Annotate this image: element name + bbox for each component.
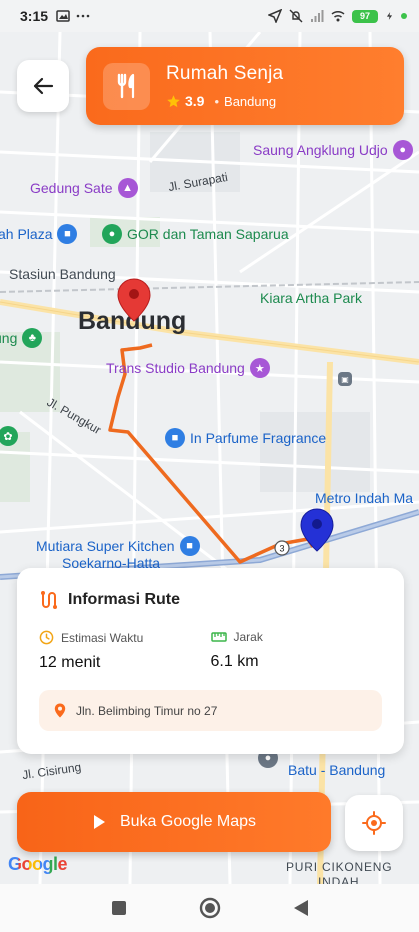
bus-icon: ▣ — [338, 372, 352, 386]
poi-label: PURI CIKONENG — [286, 860, 393, 874]
crosshair-icon — [362, 811, 386, 835]
poi-bus-stop[interactable]: ▣ — [338, 372, 352, 386]
poi-label: Gedung Sate — [30, 180, 113, 196]
duration-label: Estimasi Waktu — [61, 630, 144, 645]
poi-park-left[interactable]: ung ♣ — [0, 328, 43, 348]
poi-gedung-sate[interactable]: Gedung Sate ▲ — [30, 178, 138, 198]
poi-label: Batu - Bandung — [288, 762, 386, 778]
poi-label: Trans Studio Bandung — [106, 360, 245, 376]
clock-icon — [39, 630, 54, 645]
route-icon — [41, 591, 57, 609]
shopping-bag-icon: ■ — [57, 224, 78, 244]
meta-separator: • — [214, 93, 220, 109]
back-nav-icon[interactable] — [293, 899, 309, 917]
arrow-left-icon — [33, 77, 54, 95]
poi-stasiun-bandung[interactable]: Stasiun Bandung — [0, 266, 116, 282]
destination-pin-icon[interactable] — [117, 278, 151, 322]
poi-in-parfume-fragrance[interactable]: ■ In Parfume Fragrance — [165, 428, 326, 448]
map-view[interactable]: Saung Angklung Udjo ● Gedung Sate ▲ Jl. … — [0, 32, 419, 884]
my-location-button[interactable] — [345, 795, 403, 851]
location-arrow-icon — [268, 9, 282, 23]
poi-trans-studio-bandung[interactable]: Trans Studio Bandung ★ — [106, 358, 270, 378]
address-text: Jln. Belimbing Timur no 27 — [76, 703, 218, 718]
destination-address: Jln. Belimbing Timur no 27 — [39, 690, 382, 731]
open-google-maps-button[interactable]: Buka Google Maps — [17, 792, 331, 852]
poi-label: GOR dan Taman Saparua — [127, 226, 289, 242]
status-bar: 3:15 97 — [0, 0, 419, 32]
poi-label: Mutiara Super Kitchen — [36, 538, 175, 554]
status-dot-icon — [401, 13, 407, 19]
user-location-pin-icon[interactable] — [300, 508, 334, 552]
fork-knife-icon — [117, 73, 134, 99]
route-shield-icon: 3 — [274, 540, 290, 556]
poi-label: Saung Angklung Udjo — [253, 142, 388, 158]
duration-value: 12 menit — [39, 654, 101, 671]
park-icon: ● — [102, 224, 122, 244]
distance-metric: Jarak 6.1 km — [211, 630, 383, 672]
poi-label: Stasiun Bandung — [9, 266, 116, 282]
poi-label: In Parfume Fragrance — [190, 430, 327, 446]
restaurant-name: Rumah Senja — [166, 63, 284, 84]
status-time: 3:15 — [20, 8, 49, 24]
star-icon — [167, 94, 180, 107]
restaurant-icon-tile — [103, 62, 150, 110]
poi-plaza[interactable]: ah Plaza ■ — [0, 224, 78, 244]
battery-indicator: 97 — [352, 9, 378, 23]
poi-garden-left[interactable]: ✿ — [0, 426, 18, 446]
gallery-notification-icon — [56, 10, 70, 22]
poi-indah: INDAH — [318, 875, 359, 884]
poi-gor-taman-saparua[interactable]: ● GOR dan Taman Saparua — [102, 224, 289, 244]
poi-label: Metro Indah Ma — [315, 490, 414, 506]
duration-metric: Estimasi Waktu 12 menit — [39, 630, 211, 672]
ruler-icon — [210, 632, 227, 642]
amusement-icon: ★ — [249, 358, 270, 378]
open-google-maps-label: Buka Google Maps — [119, 813, 257, 830]
shopping-bag-icon: ■ — [179, 536, 200, 556]
system-navigation-bar — [0, 884, 419, 932]
poi-label: ah Plaza — [0, 226, 53, 242]
train-icon — [0, 271, 4, 277]
restaurant-city: Bandung — [224, 93, 277, 109]
google-logo: Google — [8, 854, 68, 874]
flower-icon: ✿ — [0, 426, 18, 446]
distance-label: Jarak — [233, 630, 263, 644]
landmark-icon: ▲ — [117, 178, 138, 198]
poi-metro-indah-mall[interactable]: Metro Indah Ma — [315, 490, 413, 506]
signal-icon — [311, 10, 324, 22]
poi-kiara-artha-park[interactable]: Kiara Artha Park — [260, 290, 362, 306]
palette-icon: ● — [392, 140, 413, 160]
poi-mutiara-super-kitchen[interactable]: Mutiara Super Kitchen ■ — [36, 536, 200, 556]
charging-icon — [386, 12, 393, 20]
poi-label: Kiara Artha Park — [260, 290, 362, 306]
play-icon — [93, 815, 105, 829]
poi-batu-bandung: Batu - Bandung — [288, 762, 385, 778]
poi-puri-cikoneng: PURI CIKONENG — [286, 860, 392, 874]
wifi-icon — [331, 10, 345, 22]
mute-icon — [289, 9, 303, 23]
rating-value: 3.9 — [185, 93, 205, 109]
shopping-bag-icon: ■ — [165, 428, 185, 448]
home-icon[interactable] — [199, 897, 221, 919]
distance-value: 6.1 km — [210, 653, 259, 670]
tree-icon: ♣ — [22, 328, 43, 348]
poi-label: INDAH — [318, 875, 360, 884]
poi-saung-angklung-udjo[interactable]: Saung Angklung Udjo ● — [253, 140, 413, 160]
restaurant-header-card: Rumah Senja 3.9 • Bandung — [86, 47, 404, 125]
route-info-card: Informasi Rute Estimasi Waktu 12 menit J… — [17, 568, 404, 754]
more-notifications-icon — [76, 14, 90, 18]
back-button[interactable] — [17, 60, 69, 112]
svg-text:3: 3 — [279, 544, 284, 554]
route-info-title: Informasi Rute — [68, 591, 181, 608]
recents-icon[interactable] — [111, 900, 127, 916]
map-pin-icon — [54, 703, 66, 718]
